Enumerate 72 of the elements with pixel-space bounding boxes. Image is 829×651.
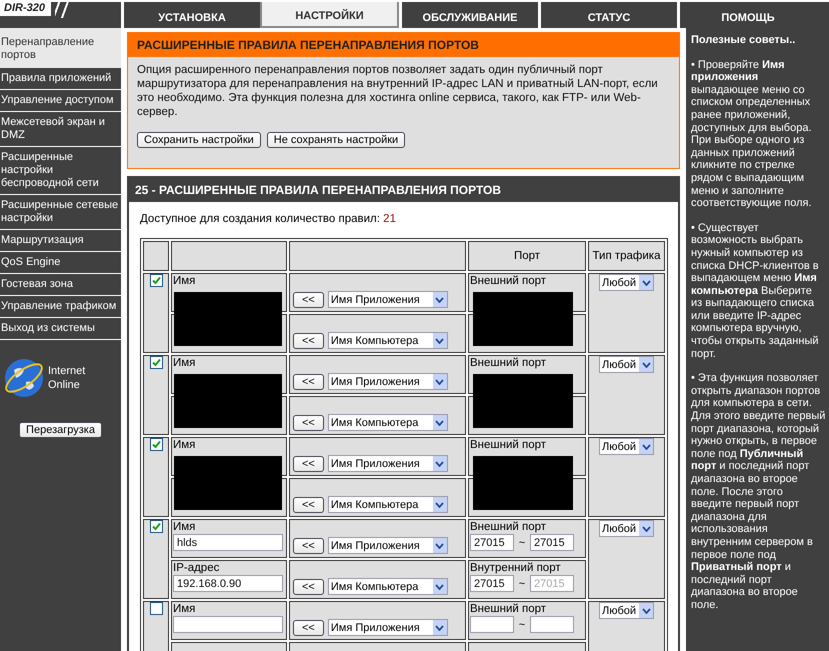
connection-status: Internet Online — [48, 364, 86, 392]
computer-dropdown[interactable]: Имя Компьютера — [328, 496, 448, 513]
copy-button[interactable]: << — [293, 292, 324, 308]
port-field[interactable]: 27015 — [470, 534, 514, 551]
port-field[interactable] — [470, 616, 514, 633]
field-label: Внешний порт — [470, 521, 548, 534]
port-field[interactable]: 27015 — [470, 575, 514, 592]
settings-button[interactable]: Сохранить настройки — [137, 132, 261, 148]
copy-button[interactable]: << — [293, 332, 324, 348]
copy-button[interactable]: << — [293, 456, 324, 472]
field-label: Внутренний порт — [470, 562, 562, 575]
field-label: Имя — [173, 357, 196, 370]
reboot-button[interactable]: Перезагрузка — [19, 422, 102, 438]
copy-button[interactable]: << — [293, 620, 324, 636]
range-separator: ~ — [518, 578, 526, 590]
section-title: РАСШИРЕННЫЕ ПРАВИЛА ПЕРЕНАПРАВЛЕНИЯ ПОРТОВ — [128, 33, 679, 57]
copy-button[interactable]: << — [293, 496, 324, 512]
field-label: Имя — [173, 603, 196, 616]
hint-text: • Существует возможность выбрать нужный компьютер из списка DHCP-клиентов в выпадающем меню Имя компьютера Выберите из выпадающего списка или введите IP-адрес компьютера вручную, чтобы открыть заданный порт. — [691, 222, 820, 360]
field-label: IP-адрес — [173, 562, 220, 575]
traffic-type-dropdown[interactable]: Любой — [599, 602, 654, 619]
available-count: 21 — [383, 213, 396, 225]
rule-checkbox[interactable] — [150, 274, 162, 287]
slash-icon — [54, 2, 69, 18]
traffic-type-dropdown[interactable]: Любой — [599, 356, 654, 373]
field-label: Имя — [173, 275, 196, 288]
field-label: Внешний порт — [470, 275, 548, 288]
rule-checkbox[interactable] — [150, 356, 162, 369]
field-label: Внешний порт — [470, 439, 548, 452]
ip-address-field[interactable]: 192.168.0.90 — [173, 575, 283, 592]
header-cell — [143, 241, 169, 271]
hint-text: • Эта функция позволяет открыть диапазон портов для компьютера в сети. Для этого введите первый порт диапазона, который нужно открыть, в первое поле под Публичный порт и последний порт диапазона во второе поле. После этого введите первый порт диапазона для использования внутренним сервером в первое поле под Приватный порт и последний порт диапазона во второе поле. — [691, 372, 826, 612]
rule-checkbox[interactable] — [150, 438, 162, 451]
computer-dropdown[interactable]: Имя Компьютера — [328, 414, 448, 431]
field-label: Внешний порт — [470, 357, 548, 370]
settings-button[interactable]: Не сохранять настройки — [266, 132, 406, 148]
application-dropdown[interactable]: Имя Приложения — [328, 619, 448, 636]
traffic-type-dropdown[interactable]: Любой — [599, 438, 654, 455]
rule-checkbox[interactable] — [150, 602, 162, 615]
traffic-type-dropdown[interactable]: Любой — [599, 520, 654, 537]
application-dropdown[interactable]: Имя Приложения — [328, 291, 448, 308]
sidebar-item[interactable]: Перенаправление портов — [0, 28, 121, 68]
logo: DIR-320 — [0, 2, 51, 16]
hint-text: • Проверяйте Имя приложения выпадающее меню со списком определенных ранее приложений, доступных для выбора. При выборе одного из данных приложений кликните по стрелке рядом с выпадающим меню и заполните соответствующие поля. — [691, 58, 813, 210]
field-label: Внешний порт — [470, 603, 548, 616]
computer-dropdown[interactable]: Имя Компьютера — [328, 578, 448, 595]
name-field[interactable]: hlds — [173, 534, 283, 551]
available-label: Доступное для создания количество правил: — [140, 213, 380, 225]
copy-button[interactable]: << — [293, 538, 324, 554]
field-label: Имя — [173, 521, 196, 534]
header-cell: Порт — [468, 241, 586, 271]
range-separator: ~ — [518, 618, 526, 630]
copy-button[interactable]: << — [293, 414, 324, 430]
copy-button[interactable]: << — [293, 578, 324, 594]
header-cell: Тип трафика — [588, 241, 665, 271]
application-dropdown[interactable]: Имя Приложения — [328, 455, 448, 472]
globe-icon — [2, 356, 46, 400]
hints-title: Полезные советы.. — [691, 34, 796, 47]
computer-dropdown[interactable]: Имя Компьютера — [328, 332, 448, 349]
port-field[interactable] — [530, 616, 574, 633]
description-text: Опция расширенного перенаправления портов позволяет задать один публичный порт маршрутизатора для перенаправления на внутренний IP-адрес LAN и приватный LAN-порт, если это необходимо. Эта функция полезна для хостинга online сервиса, такого, как FTP- или Web-сервер. — [137, 63, 659, 119]
copy-button[interactable]: << — [293, 374, 324, 390]
nav-tab[interactable]: НАСТРОЙКИ — [260, 2, 399, 28]
range-separator: ~ — [518, 536, 526, 548]
traffic-type-dropdown[interactable]: Любой — [599, 274, 654, 291]
field-label: Имя — [173, 439, 196, 452]
application-dropdown[interactable]: Имя Приложения — [328, 537, 448, 554]
rule-checkbox[interactable] — [150, 520, 162, 533]
name-field[interactable] — [173, 616, 283, 633]
port-field[interactable]: 27015 — [530, 534, 574, 551]
application-dropdown[interactable]: Имя Приложения — [328, 373, 448, 390]
section-title: 25 - РАСШИРЕННЫЕ ПРАВИЛА ПЕРЕНАПРАВЛЕНИЯ ПОРТОВ — [129, 176, 678, 202]
